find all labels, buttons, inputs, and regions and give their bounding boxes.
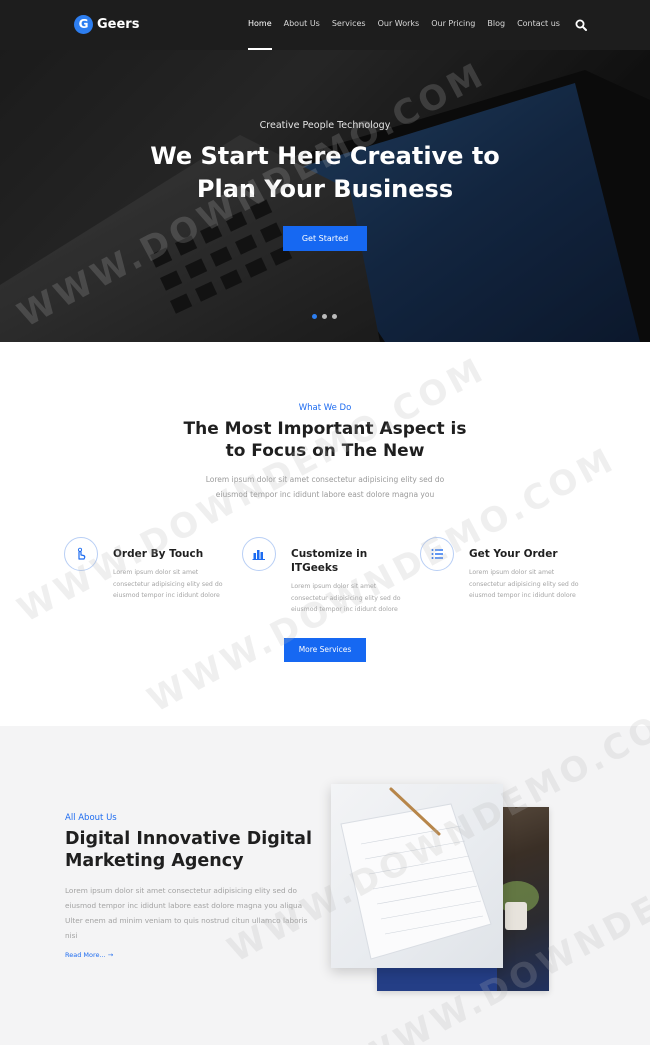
services-description: Lorem ipsum dolor sit amet consectetur a… bbox=[190, 472, 460, 502]
more-services-button[interactable]: More Services bbox=[284, 638, 366, 662]
service-text: Lorem ipsum dolor sit amet consectetur a… bbox=[113, 567, 231, 602]
nav-blog[interactable]: Blog bbox=[487, 19, 505, 50]
slider-dot-2[interactable] bbox=[322, 314, 327, 319]
read-more-link[interactable]: Read More... → bbox=[65, 951, 113, 959]
service-text-line: consectetur adipisicing elity sed do bbox=[291, 594, 401, 602]
bar-chart-icon bbox=[242, 537, 276, 571]
services-title: The Most Important Aspect is to Focus on… bbox=[0, 418, 650, 462]
services-desc-line-1: Lorem ipsum dolor sit amet consectetur a… bbox=[205, 475, 445, 484]
nav-contact-us[interactable]: Contact us bbox=[517, 19, 560, 50]
services-desc-line-2: eiusmod tempor inc ididunt labore east d… bbox=[215, 490, 435, 499]
slider-dot-3[interactable] bbox=[332, 314, 337, 319]
nav-about-us[interactable]: About Us bbox=[284, 19, 320, 50]
hero-title-line-1: We Start Here Creative to bbox=[150, 142, 500, 170]
touch-icon bbox=[64, 537, 98, 571]
hero-slider: Creative People Technology We Start Here… bbox=[0, 50, 650, 342]
search-icon[interactable] bbox=[575, 19, 587, 31]
nav-home[interactable]: Home bbox=[248, 19, 272, 50]
about-desc-line: eiusmod tempor inc ididunt labore east d… bbox=[65, 901, 303, 910]
about-title-line-2: Marketing Agency bbox=[65, 851, 244, 871]
nav-our-pricing[interactable]: Our Pricing bbox=[431, 19, 475, 50]
service-text-line: eiusmod tempor inc ididunt dolore bbox=[469, 592, 576, 599]
about-eyebrow: All About Us bbox=[65, 813, 117, 823]
nav-our-works[interactable]: Our Works bbox=[378, 19, 420, 50]
services-eyebrow: What We Do bbox=[298, 403, 352, 413]
about-section: All About Us Digital Innovative Digital … bbox=[0, 726, 650, 1045]
about-desc-line: nisi bbox=[65, 931, 78, 940]
slider-dots bbox=[312, 314, 337, 319]
services-title-line-1: The Most Important Aspect is bbox=[183, 419, 467, 439]
hero-eyebrow: Creative People Technology bbox=[259, 120, 391, 131]
slider-dot-1[interactable] bbox=[312, 314, 317, 319]
services-title-line-2: to Focus on The New bbox=[225, 441, 425, 461]
about-title: Digital Innovative Digital Marketing Age… bbox=[65, 828, 325, 872]
logo-mark: G bbox=[74, 15, 93, 34]
logo[interactable]: G Geers bbox=[74, 15, 139, 34]
service-text-line: consectetur adipisicing elity sed do bbox=[469, 580, 579, 588]
hero-title-line-2: Plan Your Business bbox=[196, 175, 454, 203]
get-started-button[interactable]: Get Started bbox=[283, 226, 367, 251]
about-photo-front bbox=[331, 784, 503, 968]
service-text-line: consectetur adipisicing elity sed do bbox=[113, 580, 223, 588]
about-desc-line: Lorem ipsum dolor sit amet consectetur a… bbox=[65, 886, 298, 895]
about-desc-line: Ulter enem ad minim veniam to quis nostr… bbox=[65, 916, 308, 925]
service-title: Get Your Order bbox=[469, 548, 558, 560]
nav-services[interactable]: Services bbox=[332, 19, 366, 50]
service-title: Order By Touch bbox=[113, 548, 204, 560]
services-section: What We Do The Most Important Aspect is … bbox=[0, 342, 650, 726]
service-text: Lorem ipsum dolor sit amet consectetur a… bbox=[469, 567, 587, 602]
list-icon bbox=[420, 537, 454, 571]
service-text-line: eiusmod tempor inc ididunt dolore bbox=[113, 592, 220, 599]
about-description: Lorem ipsum dolor sit amet consectetur a… bbox=[65, 883, 327, 943]
top-navbar: G Geers Home About Us Services Our Works… bbox=[0, 0, 650, 50]
service-title: Customize in ITGeeks bbox=[291, 548, 368, 574]
service-text: Lorem ipsum dolor sit amet consectetur a… bbox=[291, 581, 409, 616]
main-menu: Home About Us Services Our Works Our Pri… bbox=[248, 19, 560, 50]
service-text-line: Lorem ipsum dolor sit amet bbox=[291, 583, 377, 590]
about-title-line-1: Digital Innovative Digital bbox=[65, 829, 312, 849]
service-text-line: eiusmod tempor inc ididunt dolore bbox=[291, 606, 398, 613]
service-text-line: Lorem ipsum dolor sit amet bbox=[113, 569, 199, 576]
hero-title: We Start Here Creative to Plan Your Busi… bbox=[0, 140, 650, 206]
logo-text: Geers bbox=[97, 17, 140, 32]
service-text-line: Lorem ipsum dolor sit amet bbox=[469, 569, 555, 576]
